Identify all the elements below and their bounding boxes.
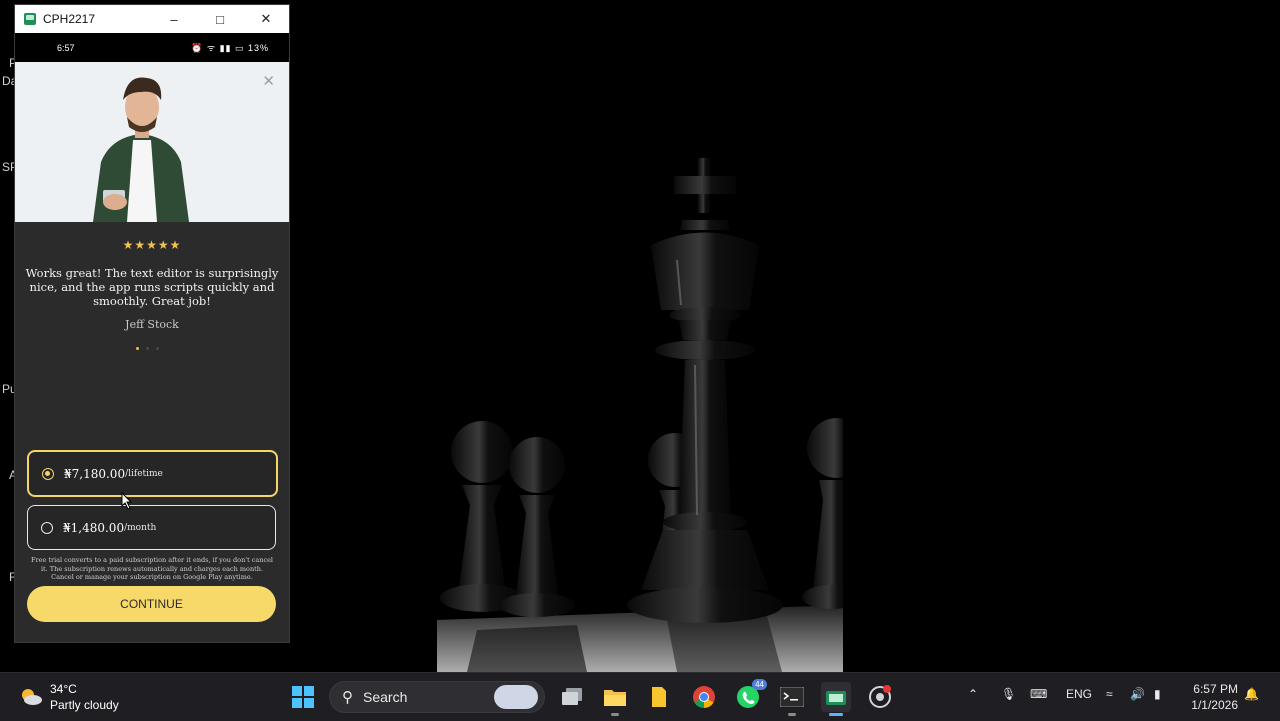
taskbar-search[interactable]: ⚲ Search: [329, 681, 545, 713]
battery-percent: 13%: [247, 43, 269, 53]
clock-time: 6:57 PM: [1193, 682, 1238, 696]
language-indicator[interactable]: ENG: [1066, 687, 1092, 701]
plan-option-monthly[interactable]: ₦1,480.00/month: [27, 505, 276, 550]
minimize-icon[interactable]: –: [151, 5, 197, 33]
carousel-dot-active[interactable]: [136, 347, 139, 350]
carousel-dot[interactable]: [146, 347, 149, 350]
window-title: CPH2217: [43, 12, 96, 26]
chevron-up-icon[interactable]: ⌃: [968, 687, 978, 701]
paywall-close-icon[interactable]: ✕: [262, 72, 275, 90]
chrome-icon[interactable]: [689, 682, 719, 712]
window-title-bar[interactable]: CPH2217 – □ ✕: [15, 5, 289, 33]
phone-mirror-window[interactable]: CPH2217 – □ ✕ 6:57 ⏰ ᯤ ▮▮ ▭ 13% ✕ ★★★★★ …: [15, 5, 289, 642]
weather-temp: 34°C: [50, 682, 77, 696]
continue-button[interactable]: CONTINUE: [27, 586, 276, 622]
notification-bell-icon[interactable]: 🔔: [1244, 687, 1259, 701]
plan-option-lifetime[interactable]: ₦7,180.00/lifetime: [27, 450, 278, 497]
notification-badge: 44: [752, 679, 767, 690]
terminal-icon[interactable]: [777, 682, 807, 716]
rating-stars: ★★★★★: [122, 238, 182, 252]
close-icon[interactable]: ✕: [243, 5, 289, 33]
taskbar: 34°C Partly cloudy ⚲ Search 44 ⌃ 🎙 ⌨ ENG…: [0, 672, 1280, 721]
plan-price: ₦1,480.00: [63, 520, 125, 535]
whatsapp-icon[interactable]: 44: [733, 679, 767, 712]
phone-app-icon: [24, 13, 36, 25]
paywall-panel: ★★★★★ Works great! The text editor is su…: [15, 222, 289, 642]
keyboard-icon[interactable]: ⌨: [1030, 687, 1047, 701]
carousel-dot[interactable]: [156, 347, 159, 350]
volume-icon[interactable]: 🔊: [1130, 687, 1145, 701]
radio-unselected-icon[interactable]: [41, 521, 53, 534]
status-time: 6:57: [57, 42, 75, 53]
testimonial-author: Jeff Stock: [125, 318, 179, 331]
search-highlight-icon: [494, 685, 538, 709]
wifi-icon[interactable]: ≈: [1106, 687, 1113, 701]
person-photo-icon: [15, 62, 289, 222]
search-icon: ⚲: [342, 689, 353, 706]
mouse-cursor-icon: [121, 492, 133, 510]
task-view-icon[interactable]: [557, 682, 587, 712]
weather-condition: Partly cloudy: [50, 698, 119, 712]
partly-cloudy-icon: [18, 687, 44, 707]
weather-widget[interactable]: 34°C Partly cloudy: [18, 681, 119, 713]
file-explorer-icon[interactable]: [600, 682, 630, 716]
search-label: Search: [363, 689, 408, 705]
testimonial-quote: Works great! The text editor is surprisi…: [25, 266, 279, 308]
subscription-disclaimer: Free trial converts to a paid subscripti…: [30, 556, 274, 581]
running-indicator: [611, 713, 619, 716]
radio-selected-icon[interactable]: [42, 467, 54, 480]
start-icon[interactable]: [288, 682, 318, 712]
phone-mirror-app-icon[interactable]: [821, 682, 851, 716]
taskbar-clock[interactable]: 6:57 PM 1/1/2026: [1191, 681, 1238, 713]
maximize-icon[interactable]: □: [197, 5, 243, 33]
microphone-icon[interactable]: 🎙: [1001, 687, 1016, 701]
plan-period: /lifetime: [125, 468, 163, 479]
notes-app-icon[interactable]: [644, 682, 674, 712]
carousel-dots[interactable]: [136, 347, 159, 350]
plan-price: ₦7,180.00: [64, 466, 126, 481]
phone-status-bar: 6:57 ⏰ ᯤ ▮▮ ▭ 13%: [15, 33, 289, 62]
recorder-icon[interactable]: [865, 682, 895, 712]
battery-icon[interactable]: ▮: [1154, 687, 1161, 701]
running-indicator: [788, 713, 796, 716]
running-indicator-active: [829, 713, 843, 716]
status-icons: ⏰ ᯤ ▮▮ ▭ 13%: [191, 43, 269, 53]
testimonial-photo: ✕: [15, 62, 289, 222]
clock-date: 1/1/2026: [1191, 698, 1238, 712]
plan-period: /month: [124, 522, 157, 533]
chess-wallpaper-image: [437, 150, 843, 672]
